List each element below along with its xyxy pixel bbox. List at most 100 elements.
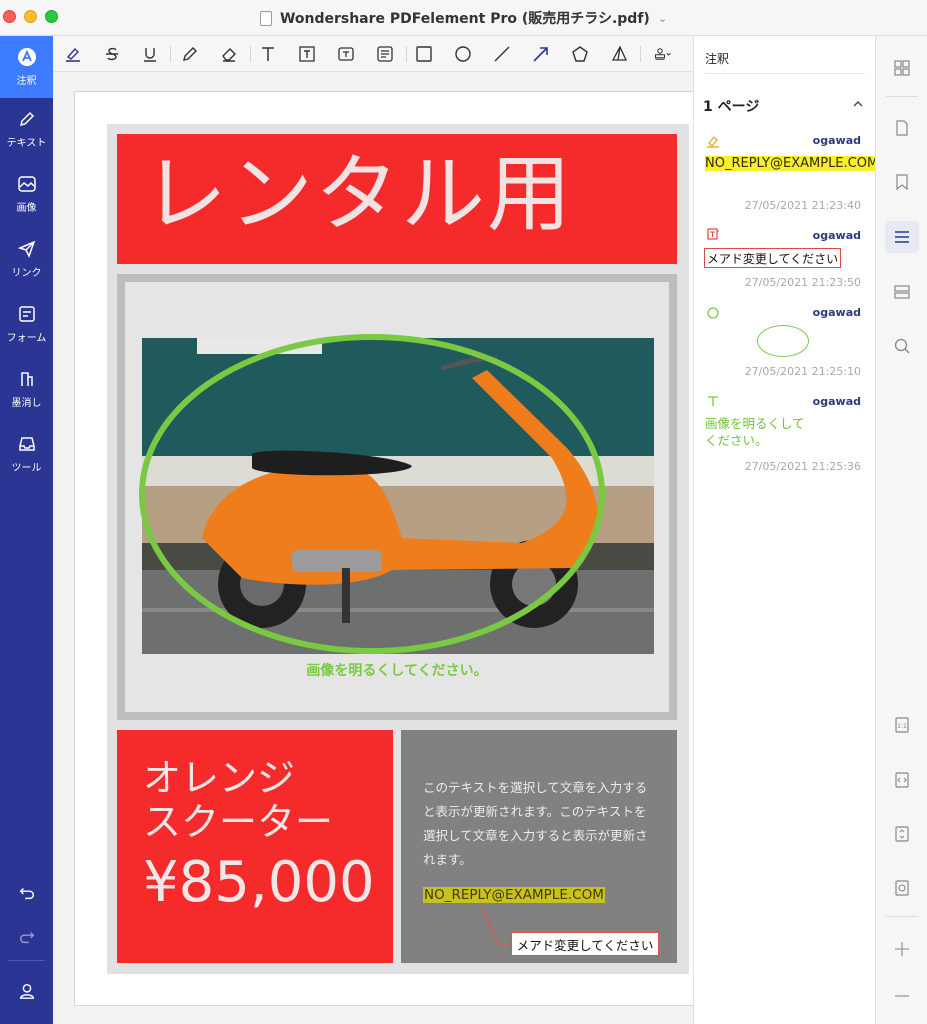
line-icon	[494, 46, 510, 62]
fit-width-button[interactable]	[885, 764, 919, 796]
highlight-icon	[707, 136, 719, 148]
nav-item-image[interactable]: 画像	[0, 163, 53, 225]
price-box: オレンジ スクーター ¥85,000	[117, 730, 393, 963]
nav-label: 墨消し	[11, 398, 42, 409]
arrow-icon	[533, 47, 548, 62]
underline-tool[interactable]	[138, 42, 162, 66]
highlight-text: NO_REPLY@EXAMPLE.COM	[705, 156, 879, 171]
arrow-tool[interactable]	[529, 42, 553, 66]
image-icon	[17, 176, 36, 192]
annotation-text-content[interactable]: 画像を明るくしてください。	[705, 415, 815, 449]
redo-button[interactable]	[0, 928, 53, 946]
product-name[interactable]: オレンジ スクーター	[143, 756, 333, 844]
highlight-tool[interactable]	[61, 42, 85, 66]
header-title[interactable]: レンタル用	[143, 140, 573, 249]
eraser-icon	[222, 48, 236, 62]
app-window: Wondershare PDFelement Pro (販売用チラシ.pdf) …	[0, 0, 927, 1024]
undo-button[interactable]	[0, 884, 53, 902]
toolbar-divider	[170, 46, 171, 62]
page-button[interactable]	[885, 112, 919, 144]
annotation-time: 27/05/2021 21:23:40	[744, 199, 861, 212]
grid-icon	[894, 60, 910, 76]
panel-divider	[705, 73, 865, 74]
strikethrough-tool[interactable]	[100, 42, 124, 66]
callout-icon	[338, 47, 354, 61]
zoom-out-button[interactable]	[885, 980, 919, 1012]
product-name-line: オレンジ	[143, 756, 296, 800]
zoom-in-button[interactable]	[885, 933, 919, 965]
pdf-file-icon	[259, 10, 272, 26]
page-group-label[interactable]: 1 ページ	[703, 96, 759, 116]
stamp-icon	[655, 48, 671, 60]
nav-divider	[8, 960, 45, 961]
toolbar-divider	[250, 46, 251, 62]
annotation-time: 27/05/2021 21:25:36	[744, 460, 861, 473]
minus-icon	[895, 995, 909, 997]
line-tool[interactable]	[490, 42, 514, 66]
pdf-page[interactable]: レンタル用 画像を明るくしてください。 オレンジ スクーター ¥85,000 こ…	[74, 91, 693, 1006]
nav-label: フォーム	[6, 333, 47, 344]
callout-annotation[interactable]: メアド変更してください	[511, 932, 659, 956]
underline-icon	[144, 48, 156, 62]
full-screen-button[interactable]	[885, 872, 919, 904]
annotation-highlight-content[interactable]: NO_REPLY@EXAMPLE.COM	[705, 154, 879, 173]
thumbnails-button[interactable]	[885, 52, 919, 84]
annotation-callout-content[interactable]: メアド変更してください	[704, 248, 841, 268]
fit-page-button[interactable]	[885, 818, 919, 850]
bookmarks-button[interactable]	[885, 166, 919, 198]
document-viewport[interactable]: レンタル用 画像を明るくしてください。 オレンジ スクーター ¥85,000 こ…	[53, 72, 693, 1024]
chevron-up-icon[interactable]	[852, 98, 864, 110]
annotations-panel-button[interactable]	[885, 221, 919, 253]
undo-icon	[19, 887, 34, 900]
textbox-tool[interactable]	[295, 42, 319, 66]
pencil-tool[interactable]	[178, 42, 202, 66]
nav-item-form[interactable]: フォーム	[0, 293, 53, 355]
panel-title: 注釈	[705, 52, 730, 66]
chevron-down-icon[interactable]: ⌄	[658, 12, 667, 25]
full-screen-icon	[895, 880, 909, 896]
nav-item-link[interactable]: リンク	[0, 228, 53, 290]
link-icon	[17, 240, 35, 258]
ellipse-annotation[interactable]	[137, 332, 607, 657]
fit-page-icon	[895, 826, 909, 842]
annotation-user: ogawad	[812, 395, 861, 408]
nav-item-redact[interactable]: 墨消し	[0, 358, 53, 420]
header-banner: レンタル用	[117, 134, 677, 264]
search-button[interactable]	[885, 330, 919, 362]
annotation-ellipse-preview[interactable]	[757, 325, 809, 357]
nav-label: テキスト	[6, 138, 47, 149]
polygon-icon	[572, 46, 588, 62]
callout-icon	[707, 228, 719, 240]
bookmark-icon	[896, 174, 908, 191]
window-title-group[interactable]: Wondershare PDFelement Pro (販売用チラシ.pdf) …	[0, 0, 927, 36]
eraser-tool[interactable]	[217, 42, 241, 66]
left-nav: 注釈 テキスト 画像 リンク フォーム 墨消し ツール	[0, 36, 53, 1024]
annotation-time: 27/05/2021 21:25:10	[744, 365, 861, 378]
actual-size-button[interactable]: 1:1	[885, 709, 919, 741]
redact-icon	[20, 372, 33, 386]
note-tool[interactable]	[373, 42, 397, 66]
photo-caption-annotation[interactable]: 画像を明るくしてください。	[117, 660, 677, 680]
product-price[interactable]: ¥85,000	[143, 850, 375, 915]
nav-label: 注釈	[16, 76, 37, 87]
ellipse-tool[interactable]	[451, 42, 475, 66]
pencil-icon	[19, 111, 34, 127]
text-icon	[262, 47, 274, 61]
stamp-tool[interactable]	[648, 42, 678, 66]
rectangle-tool[interactable]	[412, 42, 436, 66]
polygon-tool[interactable]	[568, 42, 592, 66]
product-name-line: スクーター	[143, 800, 334, 844]
text-tool[interactable]	[256, 42, 280, 66]
account-button[interactable]	[0, 982, 53, 1000]
nav-label: 画像	[16, 203, 37, 214]
text-icon	[708, 396, 718, 406]
nav-item-annotate[interactable]: 注釈	[0, 36, 53, 98]
fields-button[interactable]	[885, 276, 919, 308]
nav-item-tool[interactable]: ツール	[0, 423, 53, 485]
pencil-icon	[183, 47, 197, 61]
annotation-toolbar	[53, 36, 693, 72]
area-tool[interactable]	[607, 42, 631, 66]
nav-item-text[interactable]: テキスト	[0, 98, 53, 160]
callout-tool[interactable]	[334, 42, 358, 66]
annotation-panel: 注釈 1 ページ ogawad NO_REPLY@EXAMPLE.COM 27/…	[693, 36, 879, 1024]
